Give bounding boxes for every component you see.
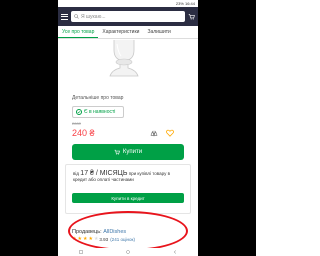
- credit-offer-box: від 17 ₴ / МІСЯЦЬ при купівлі товару в к…: [65, 164, 191, 214]
- credit-amount: 17 ₴ / МІСЯЦЬ: [80, 170, 128, 177]
- phone-screen: 23% 16:44 Я шукаю... Усе про товар Харак…: [58, 0, 198, 256]
- tab-all-about-product[interactable]: Усе про товар: [58, 26, 99, 38]
- status-bar: 23% 16:44: [58, 0, 198, 7]
- menu-icon[interactable]: [61, 13, 68, 20]
- check-icon: [76, 109, 82, 115]
- price: 240 ₴: [72, 128, 95, 138]
- right-black-border: [198, 0, 256, 256]
- compare-icon[interactable]: [150, 130, 158, 137]
- search-input[interactable]: Я шукаю...: [71, 11, 185, 22]
- tab-characteristics[interactable]: Характеристики: [98, 26, 143, 38]
- tab-leave-review[interactable]: Залишити: [143, 26, 174, 38]
- cart-icon[interactable]: [188, 13, 195, 20]
- back-icon[interactable]: [173, 250, 177, 254]
- status-text: 23% 16:44: [175, 1, 195, 6]
- old-price: 280₴: [72, 121, 81, 126]
- search-placeholder: Я шукаю...: [81, 13, 106, 20]
- details-link[interactable]: Детальніше про товар: [72, 95, 123, 101]
- buy-button-label: Купити: [122, 149, 143, 155]
- recent-apps-icon[interactable]: [79, 250, 84, 254]
- availability-text: Є в наявності: [84, 109, 116, 115]
- cart-icon: [114, 149, 120, 155]
- search-icon: [74, 14, 79, 19]
- product-tabs: Усе про товар Характеристики Залишити: [58, 26, 198, 39]
- heart-icon[interactable]: [166, 129, 174, 137]
- left-black-border: [0, 0, 58, 256]
- availability-badge: Є в наявності: [72, 106, 124, 118]
- home-icon[interactable]: [126, 250, 130, 254]
- credit-prefix: від: [73, 171, 80, 176]
- product-image[interactable]: [100, 40, 148, 80]
- credit-offer-text: від 17 ₴ / МІСЯЦЬ при купівлі товару в к…: [73, 170, 183, 183]
- buy-on-credit-button[interactable]: Купити в кредит: [72, 193, 184, 203]
- highlight-circle: [68, 211, 188, 251]
- app-header: Я шукаю...: [58, 7, 198, 26]
- buy-button[interactable]: Купити: [72, 144, 184, 160]
- system-nav-bar: [58, 248, 198, 256]
